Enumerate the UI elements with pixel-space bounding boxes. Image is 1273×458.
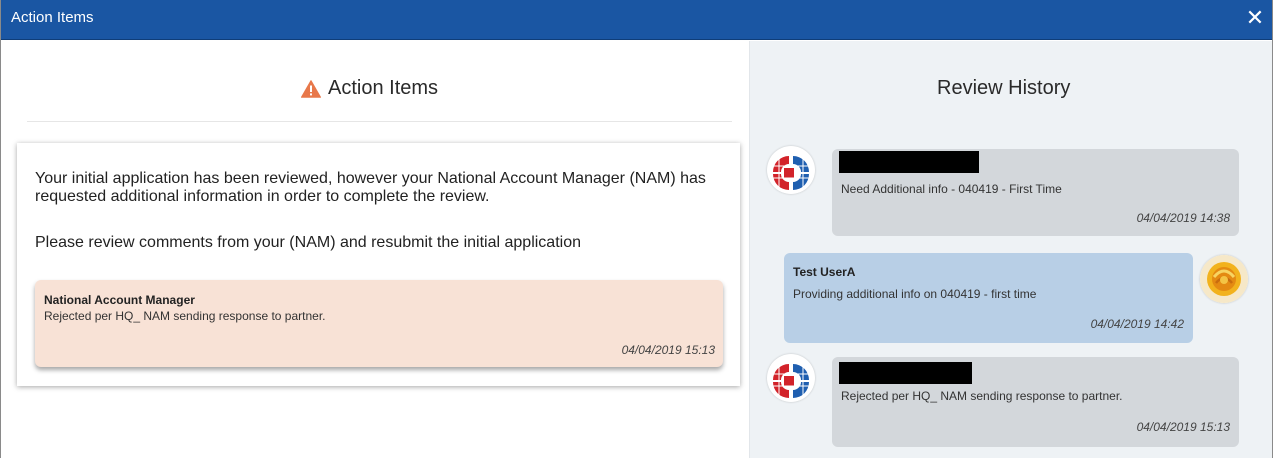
history-entry-timestamp: 04/04/2019 14:38 xyxy=(1136,211,1230,225)
notice-instruction: Please review comments from your (NAM) a… xyxy=(35,234,581,251)
history-entry-1: Need Additional info - 040419 - First Ti… xyxy=(832,149,1239,236)
redacted-author xyxy=(839,362,972,384)
comment-author: National Account Manager xyxy=(44,293,195,307)
organization-logo-avatar xyxy=(767,354,815,402)
history-entry-timestamp: 04/04/2019 14:42 xyxy=(1090,317,1184,331)
history-entry-message: Need Additional info - 040419 - First Ti… xyxy=(841,182,1062,196)
rose-avatar xyxy=(1200,255,1248,303)
heading-divider xyxy=(27,121,732,122)
comment-timestamp: 04/04/2019 15:13 xyxy=(621,343,715,357)
dialog-titlebar: Action Items ✕ xyxy=(1,0,1272,40)
action-notice-card: Your initial application has been review… xyxy=(17,143,740,386)
history-entry-3: Rejected per HQ_ NAM sending response to… xyxy=(832,357,1239,447)
action-items-dialog: Action Items ✕ Action Items Your initial… xyxy=(0,0,1273,458)
comment-message: Rejected per HQ_ NAM sending response to… xyxy=(44,309,326,323)
review-history-heading: Review History xyxy=(937,77,1071,99)
warning-triangle-icon xyxy=(301,79,321,98)
redacted-author xyxy=(839,151,979,173)
action-items-heading-text: Action Items xyxy=(328,77,439,99)
dialog-title: Action Items xyxy=(11,9,94,26)
history-entry-timestamp: 04/04/2019 15:13 xyxy=(1136,420,1230,434)
review-history-pane: Review History Need Additional info - 04… xyxy=(749,41,1272,458)
notice-message: Your initial application has been review… xyxy=(35,170,706,205)
action-items-pane: Action Items Your initial application ha… xyxy=(1,41,749,458)
history-entry-message: Providing additional info on 040419 - fi… xyxy=(793,287,1037,301)
nam-comment-card: National Account Manager Rejected per HQ… xyxy=(35,280,723,367)
organization-logo-avatar xyxy=(767,146,815,194)
history-entry-author: Test UserA xyxy=(793,265,856,279)
close-icon[interactable]: ✕ xyxy=(1244,7,1266,29)
history-entry-message: Rejected per HQ_ NAM sending response to… xyxy=(841,389,1123,403)
action-items-heading: Action Items xyxy=(301,77,438,100)
history-entry-2: Test UserA Providing additional info on … xyxy=(784,253,1193,343)
